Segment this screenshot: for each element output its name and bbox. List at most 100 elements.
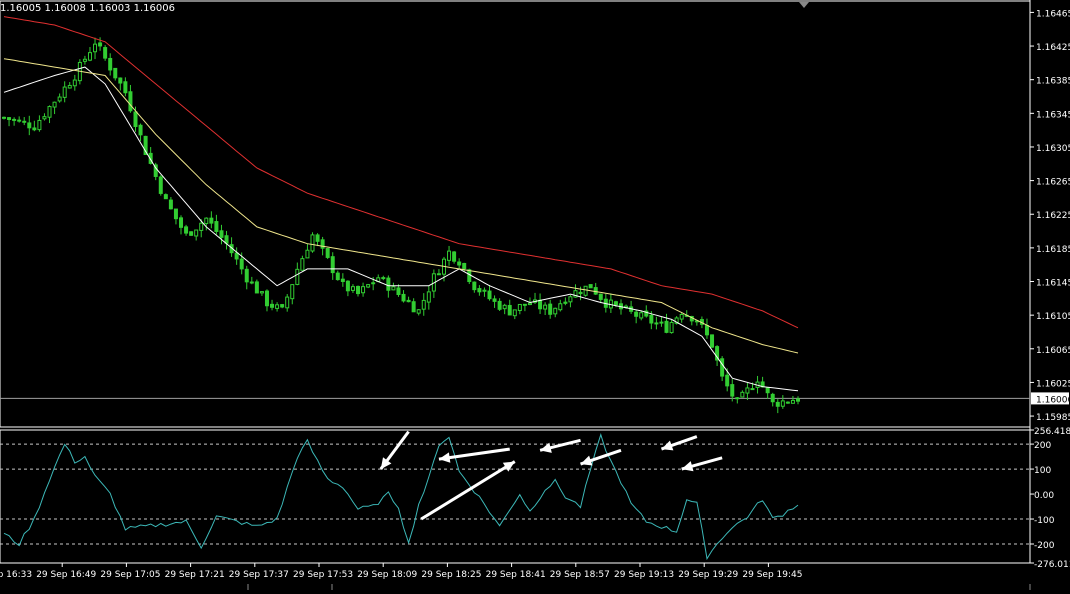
annotation-arrow-head	[661, 440, 674, 451]
candle-body	[42, 116, 47, 120]
time-tick-label: 29 Sep 19:13	[614, 570, 674, 580]
price-tick-label: 1.16345	[1036, 110, 1070, 120]
candle-body	[98, 42, 103, 47]
candle-body	[381, 277, 386, 280]
candle-body	[350, 286, 355, 291]
candle-body	[330, 256, 335, 274]
candle-body	[325, 247, 330, 258]
candle-body	[649, 314, 654, 324]
moving-average-line-1	[3, 66, 799, 392]
chart-canvas[interactable]: 1.16465 1.16425 1.16385 1.16345 1.16305 1.162…	[0, 0, 1070, 590]
candle-body	[133, 111, 138, 128]
candle-body	[300, 258, 305, 271]
moving-average-line-3	[3, 16, 799, 329]
candle-body	[583, 285, 588, 296]
candle-body	[482, 289, 487, 292]
candle-body	[765, 387, 770, 394]
candle-body	[497, 300, 502, 310]
candle-body	[563, 301, 568, 304]
candle-body	[512, 309, 517, 317]
time-tick-label: 29 Sep 18:57	[550, 570, 610, 580]
candle-body	[421, 299, 426, 310]
candle-body	[219, 230, 224, 238]
candle-body	[189, 231, 194, 236]
candle-body	[593, 287, 598, 295]
candle-body	[522, 303, 527, 306]
candle-body	[290, 284, 295, 300]
ohlc-readout: 1.16005 1.16008 1.16003 1.16006	[0, 3, 175, 14]
indicator-tick-label: -276.011	[1034, 560, 1070, 570]
candle-body	[123, 81, 128, 94]
candle-body	[730, 384, 735, 397]
time-tick-label: 29 Sep 18:25	[421, 570, 481, 580]
candle-body	[558, 303, 563, 311]
candle-body	[239, 258, 244, 270]
candle-body	[234, 252, 239, 260]
time-tick-label: 29 Sep 19:45	[742, 570, 802, 580]
candle-body	[244, 268, 249, 283]
time-tick-label: 29 Sep 16:49	[36, 570, 96, 580]
candle-body	[659, 321, 664, 324]
price-tick-label: 1.16225	[1036, 211, 1070, 221]
candle-body	[340, 278, 345, 282]
annotation-arrow-shaft	[420, 460, 516, 521]
candle-body	[7, 117, 12, 121]
candle-body	[796, 398, 800, 402]
candle-body	[118, 77, 123, 84]
price-tick-label: 1.16265	[1036, 178, 1070, 188]
candle-body	[578, 291, 583, 295]
candle-body	[62, 86, 67, 98]
candle-body	[163, 194, 168, 200]
candle-body	[128, 91, 133, 112]
time-tick-label: 29 Sep 17:05	[100, 570, 160, 580]
price-pane-frame	[0, 0, 1031, 428]
candle-body	[457, 261, 462, 266]
candle-body	[179, 217, 184, 228]
candle-body	[553, 307, 558, 315]
price-tick-label: 1.16025	[1036, 379, 1070, 389]
candle-body	[270, 303, 275, 308]
candle-body	[669, 321, 674, 334]
time-tick-label: 29 Sep 16:33	[0, 570, 32, 580]
price-tick-label: 1.16465	[1036, 9, 1070, 19]
candle-body	[391, 286, 396, 291]
candle-body	[67, 84, 72, 89]
candle-body	[654, 322, 659, 325]
time-tick-label: 29 Sep 17:37	[229, 570, 289, 580]
candle-body	[335, 272, 340, 281]
candle-body	[108, 57, 113, 71]
candle-body	[704, 325, 709, 336]
candle-body	[47, 106, 52, 118]
candle-body	[27, 122, 32, 129]
candle-body	[371, 282, 376, 285]
candle-body	[194, 229, 199, 237]
candle-body	[72, 79, 77, 87]
chart-window[interactable]: 1.16465 1.16425 1.16385 1.16345 1.16305 1.162…	[0, 0, 1070, 590]
candle-body	[790, 399, 795, 404]
candle-body	[173, 208, 178, 220]
candle-body	[401, 293, 406, 302]
candle-body	[639, 312, 644, 319]
shift-marker-icon[interactable]	[799, 2, 809, 8]
time-tick-label: 29 Sep 18:41	[486, 570, 546, 580]
price-tick-label: 1.15985	[1036, 413, 1070, 423]
candle-body	[770, 393, 775, 403]
candle-body	[366, 284, 371, 288]
indicator-pane-frame	[0, 429, 1031, 564]
candle-body	[750, 388, 755, 391]
candle-body	[184, 226, 189, 234]
candle-body	[264, 290, 269, 307]
candle-body	[87, 52, 92, 61]
candle-body	[249, 281, 254, 284]
candle-body	[214, 221, 219, 232]
candle-body	[406, 299, 411, 303]
candle-body	[361, 286, 366, 294]
price-tick-label: 1.16185	[1036, 245, 1070, 255]
candle-body	[740, 391, 745, 398]
candle-body	[467, 269, 472, 283]
candle-body	[2, 116, 6, 119]
candle-body	[32, 127, 37, 131]
candle-body	[345, 280, 350, 292]
candle-body	[320, 239, 325, 249]
time-tick-label: 29 Sep 17:21	[165, 570, 225, 580]
